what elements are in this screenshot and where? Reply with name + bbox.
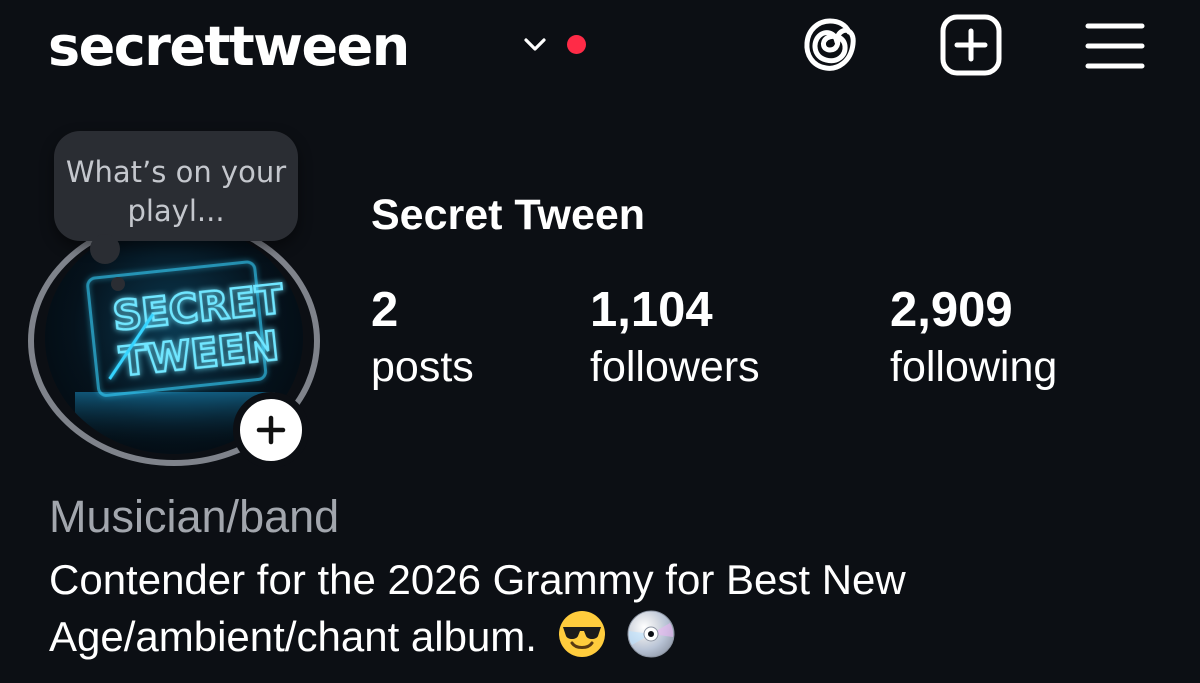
note-bubble-tail-dot bbox=[111, 277, 125, 291]
note-bubble-tail bbox=[90, 234, 120, 264]
followers-count: 1,104 bbox=[590, 283, 713, 337]
posts-count: 2 bbox=[371, 283, 399, 337]
followers-stat[interactable]: 1,104 followers bbox=[590, 282, 760, 396]
create-plus-icon[interactable] bbox=[938, 12, 1004, 78]
threads-icon[interactable] bbox=[797, 12, 863, 78]
bio-text: Contender for the 2026 Grammy for Best N… bbox=[49, 556, 906, 660]
profile-screen: secrettween SECRET TWEEN What’s on your … bbox=[0, 0, 1200, 683]
posts-label: posts bbox=[371, 343, 474, 391]
smiling-face-with-sunglasses-icon bbox=[558, 611, 605, 657]
plus-icon bbox=[256, 415, 286, 445]
notification-dot bbox=[567, 35, 586, 54]
profile-bio: Contender for the 2026 Grammy for Best N… bbox=[49, 551, 1149, 665]
followers-label: followers bbox=[590, 343, 760, 391]
posts-stat[interactable]: 2 posts bbox=[371, 282, 474, 396]
display-name: Secret Tween bbox=[371, 191, 646, 239]
chevron-down-icon[interactable] bbox=[520, 30, 550, 60]
following-count: 2,909 bbox=[890, 283, 1013, 337]
hamburger-menu-icon[interactable] bbox=[1082, 12, 1148, 78]
following-stat[interactable]: 2,909 following bbox=[890, 282, 1057, 396]
profile-category: Musician/band bbox=[49, 491, 340, 542]
add-story-button[interactable] bbox=[233, 392, 309, 468]
username-title[interactable]: secrettween bbox=[48, 12, 410, 82]
note-text: What’s on your playl... bbox=[65, 155, 287, 228]
following-label: following bbox=[890, 343, 1058, 391]
optical-disc-icon bbox=[627, 610, 675, 658]
